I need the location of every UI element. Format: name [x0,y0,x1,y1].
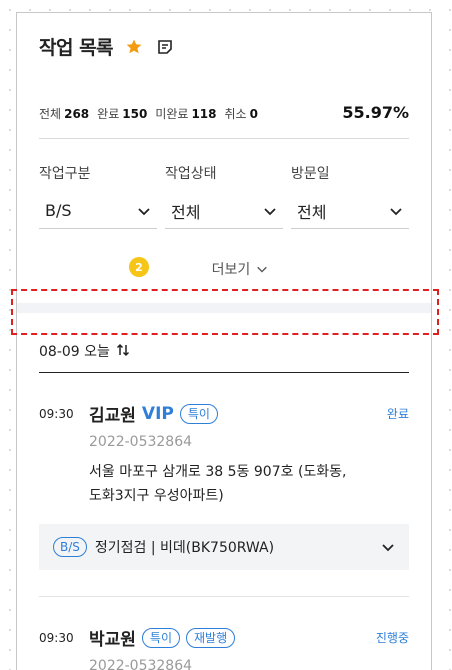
item-time: 09:30 [39,630,74,645]
highlight-box [11,289,439,335]
work-type-select[interactable]: B/S [39,193,157,229]
tag-reissue: 재발행 [186,627,236,648]
filter-work-status: 작업상태 전체 [165,163,283,229]
page-title: 작업 목록 [39,37,114,59]
item-time: 09:30 [39,406,74,421]
tag-special: 특이 [179,403,218,424]
stat-undone: 미완료 118 [155,107,217,121]
star-icon[interactable] [125,38,143,56]
tag-special: 특이 [141,627,181,648]
service-type-tag: B/S [53,537,87,557]
memo-icon[interactable] [157,39,173,55]
chevron-down-icon [264,207,276,215]
visit-date-select[interactable]: 전체 [291,193,409,229]
stat-cancel: 취소 0 [224,107,258,121]
work-list-panel: 작업 목록 전체 268 완료 150 미완료 118 취소 0 55.97% 작업구분… [11,12,439,670]
order-code: 2022-0532864 [89,658,193,670]
completion-rate: 55.97% [342,103,409,122]
service-row[interactable]: B/S 정기점검 | 비데(BK750RWA) [39,524,409,570]
stat-done: 완료 150 [97,107,148,121]
list-item[interactable]: 09:30 박교원 특이 재발행 진행중 2022-0532864 [39,625,409,670]
service-description: 정기점검 | 비데(BK750RWA) [94,540,275,556]
chevron-down-icon [138,207,150,215]
status-label: 완료 [386,407,409,421]
more-button[interactable]: 2 더보기 [17,257,433,279]
step-badge: 2 [129,257,149,277]
sort-icon[interactable] [116,343,130,357]
chevron-down-icon [382,544,394,552]
chevron-down-icon [390,207,402,215]
status-label: 진행중 [375,631,409,645]
chevron-down-icon [257,266,268,273]
order-code: 2022-0532864 [89,434,193,450]
list-item[interactable]: 09:30 김교원 VIP 특이 완료 2022-0532864 서울 마포구 … [39,401,409,597]
work-status-select[interactable]: 전체 [165,193,283,229]
stats-bar: 전체 268 완료 150 미완료 118 취소 0 55.97% [39,103,409,139]
filter-row: 작업구분 B/S 작업상태 전체 방문일 전체 [39,163,409,229]
customer-name: 박교원 [89,630,136,650]
header: 작업 목록 [39,33,173,60]
date-label: 08-09 오늘 [39,344,110,360]
vip-label: VIP [141,403,174,424]
customer-name: 김교원 [89,406,136,426]
date-group-header[interactable]: 08-09 오늘 [39,341,409,373]
filter-work-type: 작업구분 B/S [39,163,157,229]
filter-visit-date: 방문일 전체 [291,163,409,229]
stat-total: 전체 268 [39,107,90,121]
address: 서울 마포구 삼개로 38 5동 907호 (도화동, 도화3지구 우성아파트) [89,464,347,504]
